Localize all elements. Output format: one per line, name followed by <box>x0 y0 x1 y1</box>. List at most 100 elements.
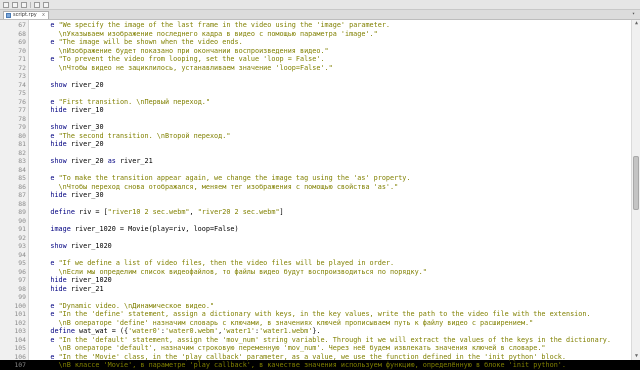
string-token: \nЧтобы переход снова отображался, меняе… <box>34 182 399 191</box>
line-number: 71 <box>18 55 26 63</box>
string-token: 'water0' <box>128 327 161 335</box>
code-line[interactable]: \nЧтобы переход снова отображался, меняе… <box>34 182 399 192</box>
keyword-token: hide <box>34 191 71 199</box>
string-token: "The second transition. \nВторой переход… <box>58 131 231 140</box>
code-line[interactable]: hide river_20 <box>34 140 104 149</box>
code-line[interactable]: image river_1020 = Movie(play=riv, loop=… <box>34 225 238 234</box>
code-line[interactable]: e "Dynamic video. \nДинамическое видео." <box>34 302 214 311</box>
code-line[interactable]: e "In the 'define' statement, assign a d… <box>34 310 590 319</box>
code-token: river_1020 <box>70 242 112 250</box>
line-number: 88 <box>18 199 26 208</box>
string-token: "In the 'default' statement, assign the … <box>58 335 611 344</box>
string-token: \nИзображение будет показано при окончан… <box>34 46 329 55</box>
file-icon <box>6 13 11 18</box>
scroll-up-icon[interactable]: ▲ <box>633 20 640 27</box>
code-line[interactable]: \nЧтобы видео не зациклилось, устанавлив… <box>34 64 333 73</box>
line-number: 87 <box>18 191 26 199</box>
code-line[interactable]: show river_30 <box>34 123 103 132</box>
code-line[interactable]: e "To prevent the video from looping, se… <box>34 55 324 64</box>
string-token: 'water1.webm' <box>259 327 313 335</box>
vertical-scrollbar[interactable]: ▲ ▼ <box>631 20 640 360</box>
code-token: river_21 <box>119 157 153 165</box>
close-tab-icon[interactable]: x <box>42 12 45 19</box>
string-token: \nЧтобы видео не зациклилось, устанавлив… <box>34 63 333 72</box>
redo-icon[interactable] <box>43 1 49 8</box>
keyword-token: e <box>34 259 59 267</box>
line-number: 101 <box>14 310 26 318</box>
code-line[interactable]: define riv = ["river10 2 sec.webm", "riv… <box>34 208 283 217</box>
undo-icon[interactable] <box>34 1 40 8</box>
line-number: 107 <box>14 361 26 369</box>
code-line[interactable]: show river_20 as river_21 <box>34 157 153 166</box>
keyword-token: show <box>34 123 71 131</box>
code-line[interactable]: show river_20 <box>34 80 104 90</box>
line-number: 89 <box>18 208 26 216</box>
line-number: 100 <box>14 301 26 310</box>
string-token: "If we define a list of video files, the… <box>58 259 395 267</box>
line-number: 77 <box>18 106 26 114</box>
code-line[interactable]: e "The second transition. \nВторой перех… <box>34 132 230 141</box>
line-number-gutter: 67 68 69 70 71 72 73 74 75 76 77 78 79 80 81 82 83 84 85 86… <box>0 20 29 369</box>
tab-label: script.rpy <box>13 12 37 18</box>
code-line[interactable]: \nЕсли мы определим список видеофайлов, … <box>34 268 427 277</box>
line-number: 69 <box>18 38 26 46</box>
keyword-token: hide <box>34 106 71 114</box>
string-token: 'water1' <box>222 327 256 335</box>
line-number: 80 <box>18 131 26 140</box>
keyword-token: define <box>34 327 80 335</box>
tab-script-rpy[interactable]: script.rpy x <box>3 11 49 19</box>
code-line[interactable]: \nВ операторе 'default', назначим строко… <box>34 344 546 353</box>
keyword-token: e <box>34 21 59 29</box>
scrollbar-thumb[interactable] <box>633 156 639 210</box>
string-token: "First transition. \nПервый переход." <box>58 97 210 106</box>
line-number: 70 <box>18 46 26 55</box>
line-number: 92 <box>18 233 26 242</box>
string-token: 'water0.webm' <box>164 327 219 335</box>
save-icon[interactable] <box>21 1 27 8</box>
code-line[interactable]: e "If we define a list of video files, t… <box>34 259 394 268</box>
code-line[interactable]: e "To make the transition appear again, … <box>34 174 410 183</box>
code-line[interactable]: e "The image will be shown when the vide… <box>34 38 242 47</box>
open-file-icon[interactable] <box>12 1 18 8</box>
code-line[interactable]: e "First transition. \nПервый переход." <box>34 98 210 107</box>
line-number: 104 <box>14 335 26 344</box>
line-number: 98 <box>18 284 26 293</box>
code-token: river_20 <box>70 80 104 89</box>
code-token: river_10 <box>70 106 104 114</box>
code-line[interactable]: hide river_10 <box>34 106 104 115</box>
code-line[interactable]: \nВ операторе 'define' назначим словарь … <box>34 319 534 328</box>
string-token: "Dynamic video. \nДинамическое видео." <box>58 301 215 310</box>
code-line[interactable]: hide river_1020 <box>34 276 112 285</box>
code-line[interactable]: hide river_21 <box>34 285 103 294</box>
code-token: river_20 <box>70 140 104 148</box>
scroll-down-icon[interactable]: ▼ <box>633 353 640 360</box>
line-number: 93 <box>18 242 26 250</box>
code-line[interactable]: \nИзображение будет показано при окончан… <box>34 47 329 56</box>
line-number: 95 <box>18 259 26 267</box>
line-number: 74 <box>18 80 26 89</box>
line-number: 75 <box>18 89 26 97</box>
line-number: 97 <box>18 276 26 284</box>
line-number: 91 <box>18 225 26 233</box>
tab-list-dropdown-icon[interactable]: ▾ <box>632 11 635 17</box>
code-line[interactable]: e "In the 'default' statement, assign th… <box>34 336 611 345</box>
new-file-icon[interactable] <box>3 1 9 8</box>
keyword-token: e <box>34 352 59 361</box>
string-token: "river20 2 sec.webm" <box>197 208 280 216</box>
code-line[interactable]: define wat_wat = ({'water0':'water0.webm… <box>34 327 320 336</box>
keyword-token: hide <box>34 276 71 284</box>
code-token: river_1020 <box>70 276 112 284</box>
code-editor[interactable]: 67 68 69 70 71 72 73 74 75 76 77 78 79 80 81 82 83 84 85 86… <box>0 20 631 369</box>
keyword-token: e <box>34 301 59 310</box>
line-number: 84 <box>18 165 26 174</box>
code-area[interactable]: e "We specify the image of the last fram… <box>34 20 630 369</box>
code-line[interactable]: hide river_30 <box>34 191 103 200</box>
line-number: 96 <box>18 267 26 276</box>
code-line[interactable]: e "We specify the image of the last fram… <box>34 21 390 30</box>
string-token: \nВ операторе 'default', назначим строко… <box>34 344 546 352</box>
code-line[interactable]: \nУказываем изображение последнего кадра… <box>34 30 378 39</box>
keyword-token: define <box>34 208 80 216</box>
toolbar <box>0 0 640 10</box>
code-line[interactable]: \nВ классе 'Movie', в параметре 'play ca… <box>34 361 566 370</box>
code-line[interactable]: show river_1020 <box>34 242 112 251</box>
